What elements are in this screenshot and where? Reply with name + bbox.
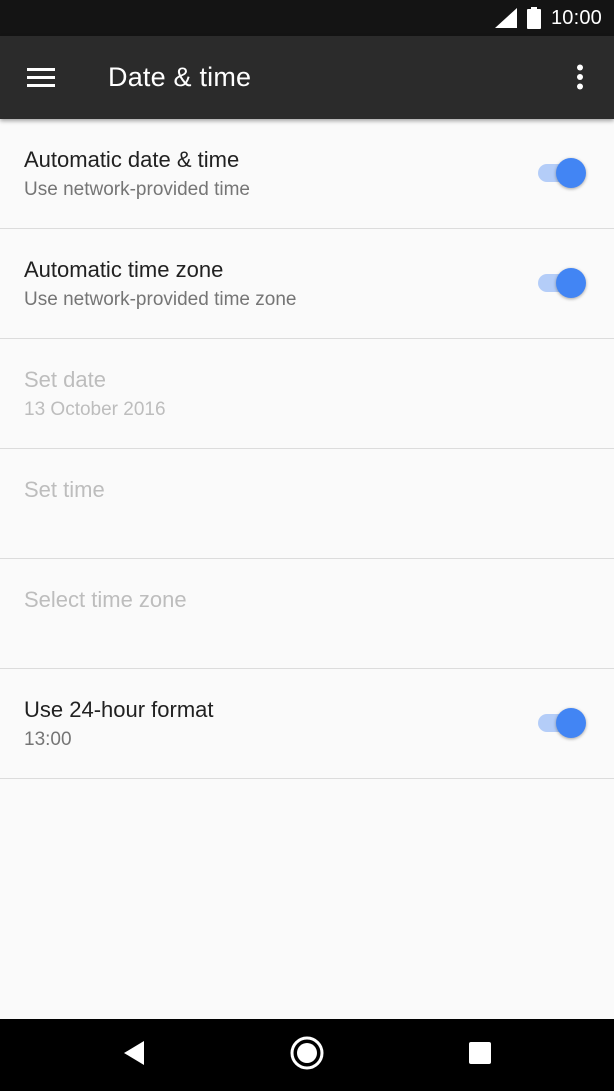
setting-title: Use 24-hour format [24,697,214,722]
back-button[interactable] [112,1033,156,1077]
recents-icon [468,1041,492,1070]
back-icon [122,1040,146,1071]
more-vert-icon [576,64,584,95]
setting-title: Set time [24,477,105,502]
cellular-signal-icon [494,8,517,28]
setting-summary: Use network-provided time zone [24,289,297,310]
toggle-thumb [556,268,586,298]
setting-title: Automatic time zone [24,257,224,282]
app-bar: Date & time [0,36,614,119]
use-24-hour-format-toggle[interactable] [536,708,586,738]
status-bar: 10:00 [0,0,614,36]
status-time: 10:00 [550,6,602,29]
toggle-thumb [556,158,586,188]
recents-button[interactable] [458,1033,502,1077]
setting-set-date: Set date 13 October 2016 [0,339,614,449]
menu-button[interactable] [20,58,62,100]
setting-title: Automatic date & time [24,147,240,172]
home-button[interactable] [285,1033,329,1077]
automatic-time-zone-toggle[interactable] [536,268,586,298]
setting-select-time-zone: Select time zone [0,559,614,669]
setting-title: Set date [24,367,106,392]
setting-title: Select time zone [24,587,187,612]
toggle-thumb [556,708,586,738]
setting-set-time: Set time [0,449,614,559]
page-title: Date & time [108,62,252,92]
setting-summary: Use network-provided time [24,179,250,200]
setting-summary: 13:00 [24,729,72,750]
setting-automatic-time-zone[interactable]: Automatic time zone Use network-provided… [0,229,614,339]
setting-summary: 13 October 2016 [24,399,166,420]
battery-icon [526,7,541,29]
menu-icon [27,67,55,92]
setting-use-24-hour-format[interactable]: Use 24-hour format 13:00 [0,669,614,779]
automatic-date-time-toggle[interactable] [536,158,586,188]
home-icon [289,1035,325,1076]
navigation-bar [0,1019,614,1091]
more-options-button[interactable] [560,58,600,100]
settings-list: Automatic date & time Use network-provid… [0,119,614,779]
setting-automatic-date-time[interactable]: Automatic date & time Use network-provid… [0,119,614,229]
